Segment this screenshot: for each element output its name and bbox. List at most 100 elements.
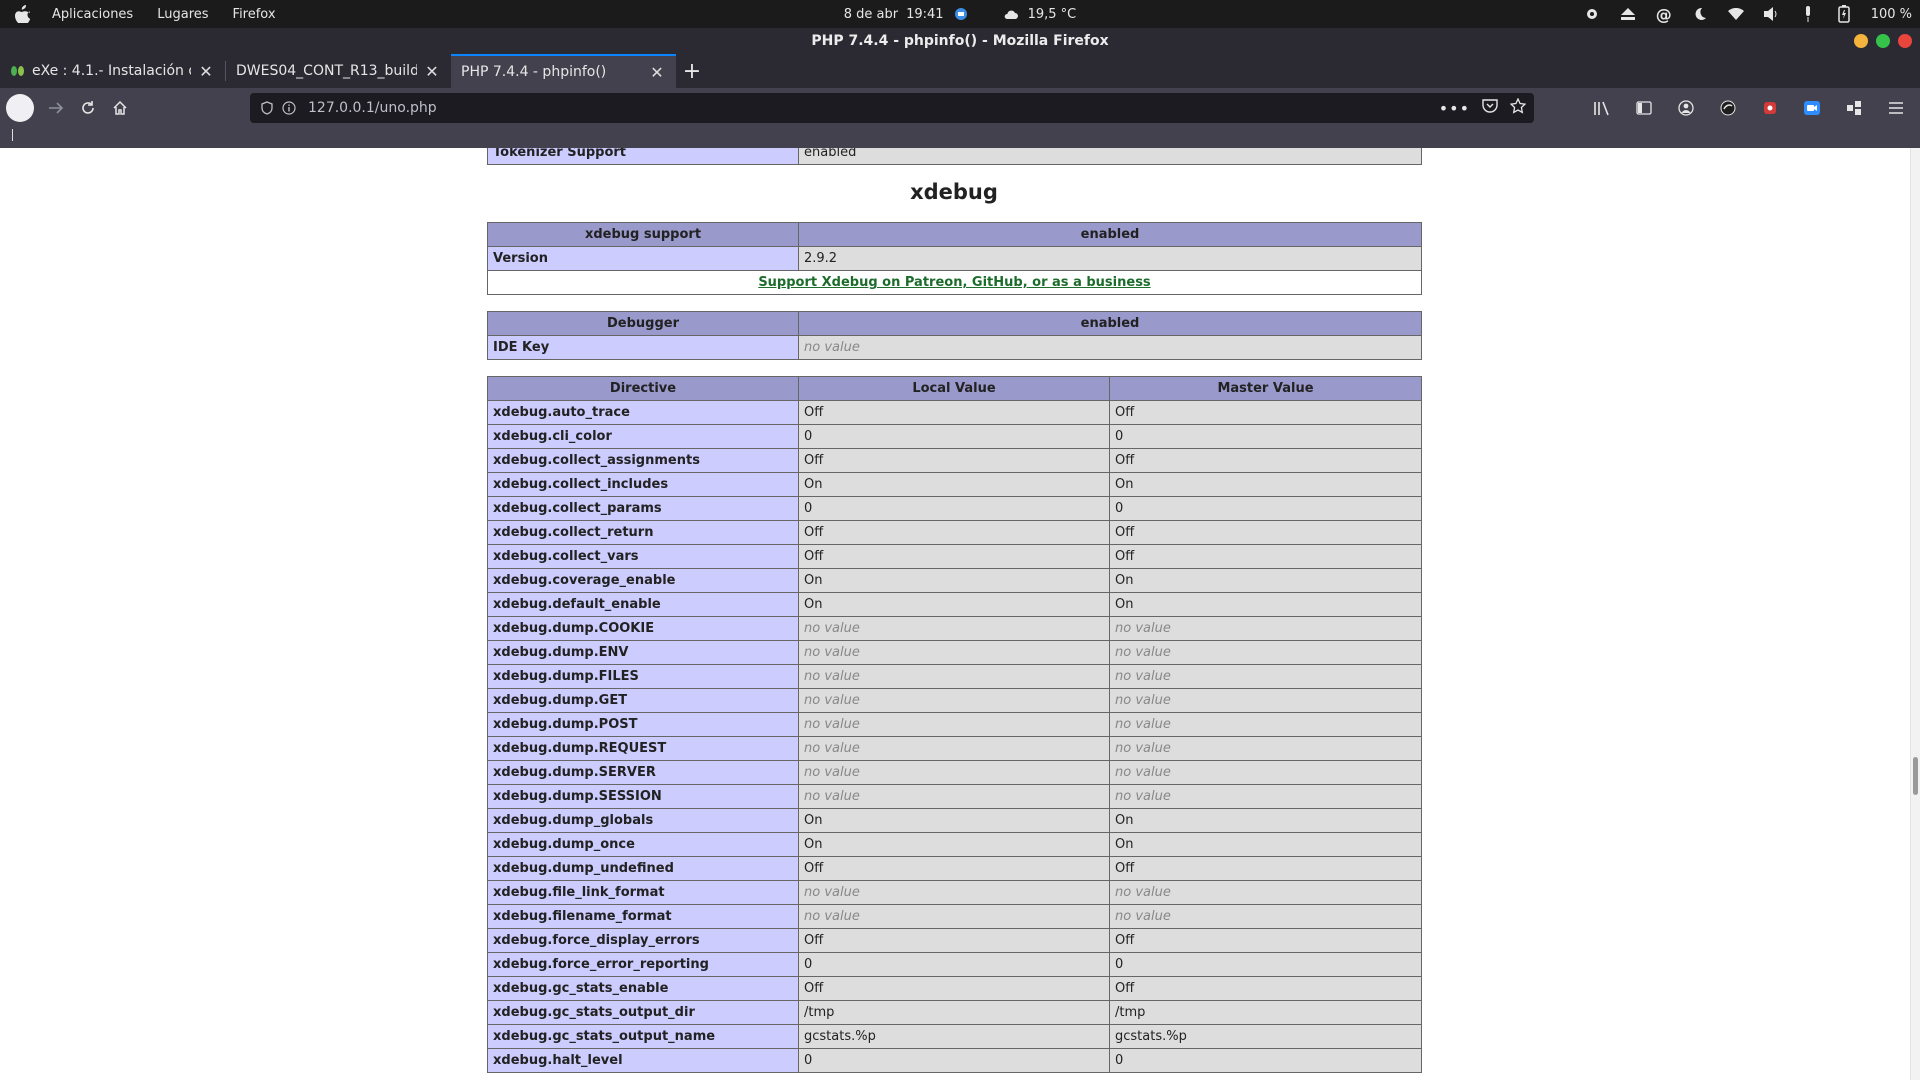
extension-dark-icon[interactable]	[1712, 92, 1744, 124]
master-value: Off	[1109, 928, 1422, 953]
table-row: xdebug.dump.GET no value no value	[487, 688, 1422, 713]
support-xdebug-link[interactable]: Support Xdebug on Patreon, GitHub, or as…	[758, 275, 1150, 290]
extension-red-icon[interactable]	[1754, 92, 1786, 124]
minimize-button[interactable]	[1854, 34, 1868, 48]
table-row: xdebug.filename_format no value no value	[487, 904, 1422, 929]
directive-name: xdebug.halt_level	[487, 1048, 799, 1073]
no-value-text: no value	[1115, 789, 1171, 804]
no-value-text: no value	[1115, 909, 1171, 924]
section-title[interactable]: xdebug	[487, 180, 1421, 204]
table-header-row: Directive Local Value Master Value	[487, 376, 1422, 401]
settings-gear-icon[interactable]	[1583, 5, 1601, 23]
local-value: no value	[798, 640, 1110, 665]
master-value: 0	[1109, 952, 1422, 977]
extension-zoom-icon[interactable]	[1796, 92, 1828, 124]
window-title: PHP 7.4.4 - phpinfo() - Mozilla Firefox	[811, 33, 1109, 49]
master-value: 0	[1109, 1048, 1422, 1073]
column-header: xdebug support	[487, 222, 799, 247]
tab-close-icon[interactable]: ✕	[197, 62, 215, 81]
directive-name: xdebug.collect_includes	[487, 472, 799, 497]
url-text: 127.0.0.1/uno.php	[308, 100, 437, 116]
tab-close-icon[interactable]: ✕	[423, 62, 441, 81]
local-value: 0	[798, 1048, 1110, 1073]
sidebar-toggle-icon[interactable]	[1628, 92, 1660, 124]
back-button[interactable]	[4, 92, 36, 124]
directive-name: xdebug.dump.SERVER	[487, 760, 799, 785]
directive-name: xdebug.dump_undefined	[487, 856, 799, 881]
tracking-shield-icon[interactable]	[256, 92, 278, 124]
close-window-button[interactable]	[1898, 34, 1912, 48]
home-button[interactable]	[104, 92, 136, 124]
master-value: no value	[1109, 784, 1422, 809]
directive-name: xdebug.collect_assignments	[487, 448, 799, 473]
menu-firefox[interactable]: Firefox	[233, 7, 276, 22]
wifi-icon[interactable]	[1727, 5, 1745, 23]
night-mode-icon[interactable]	[1691, 5, 1709, 23]
page-actions-icon[interactable]: •••	[1439, 99, 1470, 118]
table-row: xdebug.dump_globals On On	[487, 808, 1422, 833]
tab-phpinfo[interactable]: PHP 7.4.4 - phpinfo() ✕	[451, 54, 676, 88]
tab-dwes04[interactable]: DWES04_CONT_R13_build_x ✕	[226, 54, 451, 88]
table-row: xdebug.dump.COOKIE no value no value	[487, 616, 1422, 641]
directive-name: xdebug.dump.GET	[487, 688, 799, 713]
table-row: xdebug.dump_once On On	[487, 832, 1422, 857]
master-value: 0	[1109, 424, 1422, 449]
eject-icon[interactable]	[1619, 5, 1637, 23]
maximize-button[interactable]	[1876, 34, 1890, 48]
master-value: Off	[1109, 856, 1422, 881]
vertical-scrollbar[interactable]	[1910, 148, 1920, 1080]
site-info-icon[interactable]	[278, 92, 300, 124]
battery-icon[interactable]	[1835, 5, 1853, 23]
local-value: On	[798, 592, 1110, 617]
table-row: Support Xdebug on Patreon, GitHub, or as…	[487, 270, 1422, 295]
table-row: xdebug.collect_assignments Off Off	[487, 448, 1422, 473]
bookmark-star-icon[interactable]	[1509, 97, 1527, 118]
local-value: Off	[798, 856, 1110, 881]
pocket-icon[interactable]	[1482, 99, 1498, 117]
no-value-text: no value	[1115, 741, 1171, 756]
table-row: xdebug.dump.FILES no value no value	[487, 664, 1422, 689]
scrollbar-thumb[interactable]	[1913, 757, 1918, 795]
directive-value: enabled	[798, 148, 1422, 165]
url-bar[interactable]: 127.0.0.1/uno.php •••	[250, 93, 1534, 123]
local-value: no value	[798, 616, 1110, 641]
directive-name: xdebug.dump.COOKIE	[487, 616, 799, 641]
version-label: Version	[487, 246, 799, 271]
new-tab-button[interactable]: +	[676, 54, 708, 88]
apple-logo-icon[interactable]	[12, 3, 34, 25]
tab-close-icon[interactable]: ✕	[648, 63, 666, 82]
directive-name: xdebug.dump_once	[487, 832, 799, 857]
forward-button[interactable]	[40, 92, 72, 124]
local-value: no value	[798, 760, 1110, 785]
library-icon[interactable]	[1586, 92, 1618, 124]
directive-name: xdebug.file_link_format	[487, 880, 799, 905]
directive-name: xdebug.dump.REQUEST	[487, 736, 799, 761]
menu-aplicaciones[interactable]: Aplicaciones	[52, 7, 133, 22]
local-value: 0	[798, 424, 1110, 449]
volume-icon[interactable]	[1763, 5, 1781, 23]
directive-name: xdebug.dump.FILES	[487, 664, 799, 689]
column-header: Local Value	[798, 376, 1110, 401]
notification-icon	[952, 5, 970, 23]
master-value: Off	[1109, 400, 1422, 425]
account-icon[interactable]	[1670, 92, 1702, 124]
master-value: gcstats.%p	[1109, 1024, 1422, 1049]
table-header-row: xdebug support enabled	[487, 222, 1422, 247]
directive-name: xdebug.force_display_errors	[487, 928, 799, 953]
master-value: On	[1109, 568, 1422, 593]
microphone-icon[interactable]	[1799, 5, 1817, 23]
at-sign-icon[interactable]: @	[1655, 5, 1673, 24]
reload-button[interactable]	[72, 92, 104, 124]
hamburger-menu-icon[interactable]	[1880, 92, 1912, 124]
master-value: Off	[1109, 448, 1422, 473]
tab-exe[interactable]: eXe : 4.1.- Instalación de ✕	[0, 54, 225, 88]
table-row: xdebug.dump_undefined Off Off	[487, 856, 1422, 881]
menu-lugares[interactable]: Lugares	[157, 7, 208, 22]
window-title-bar[interactable]: PHP 7.4.4 - phpinfo() - Mozilla Firefox	[0, 28, 1920, 54]
extensions-puzzle-icon[interactable]	[1838, 92, 1870, 124]
no-value-text: no value	[1115, 669, 1171, 684]
page-content[interactable]: Tokenizer Support enabled xdebug xdebug …	[0, 148, 1920, 1080]
table-row: IDE Key no value	[487, 335, 1422, 360]
directive-name: xdebug.gc_stats_output_name	[487, 1024, 799, 1049]
master-value: no value	[1109, 640, 1422, 665]
